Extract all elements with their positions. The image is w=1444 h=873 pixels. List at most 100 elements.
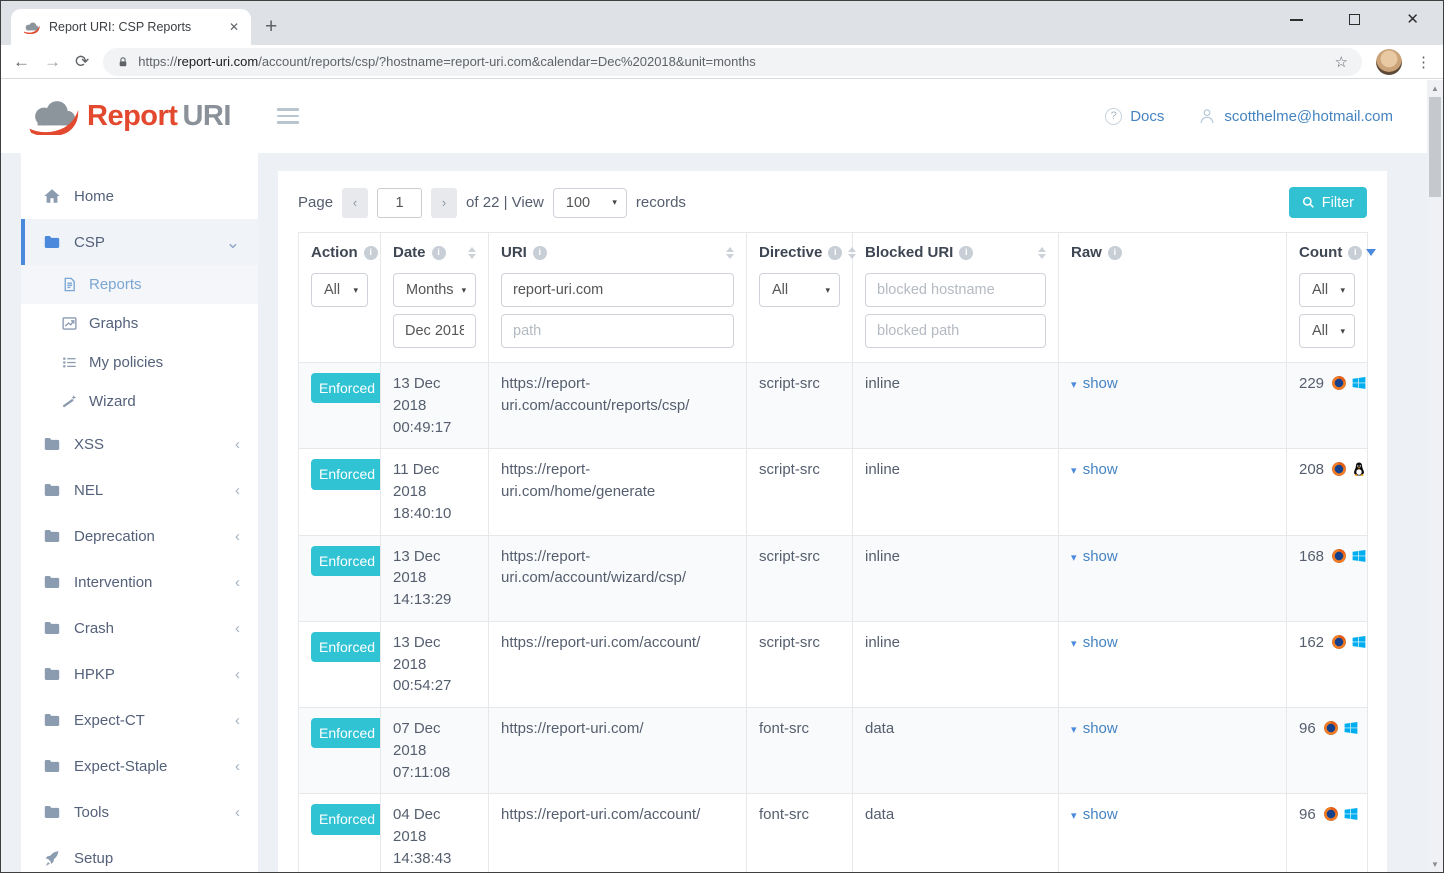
count-value: 96 — [1299, 720, 1316, 737]
directive-filter-select[interactable]: All▾ — [759, 273, 840, 307]
info-icon[interactable] — [828, 246, 842, 260]
records-per-page-select[interactable]: 100▾ — [553, 188, 627, 218]
col-uri[interactable]: URI — [489, 233, 747, 363]
directive-cell: script-src — [747, 363, 853, 449]
sort-icons[interactable] — [720, 247, 734, 259]
next-page-button[interactable]: › — [431, 188, 457, 218]
count-min-select[interactable]: All▾ — [1299, 273, 1355, 307]
account-menu[interactable]: scotthelme@hotmail.com — [1198, 107, 1393, 125]
sidebar-item-hpkp[interactable]: HPKP‹ — [21, 651, 258, 697]
sidebar-item-setup[interactable]: Setup — [21, 835, 258, 873]
info-icon[interactable] — [364, 246, 378, 260]
sidebar-item-crash[interactable]: Crash‹ — [21, 605, 258, 651]
window-controls: ✕ — [1290, 14, 1419, 25]
info-icon[interactable] — [432, 246, 446, 260]
action-cell: Enforced — [299, 708, 381, 794]
page-label: Page — [298, 194, 333, 211]
action-cell: Enforced — [299, 621, 381, 707]
sidebar-item-label: My policies — [89, 354, 163, 371]
address-bar[interactable]: https://report-uri.com/account/reports/c… — [103, 48, 1362, 76]
browser-tab[interactable]: Report URI: CSP Reports ✕ — [11, 9, 251, 45]
scrollbar-thumb[interactable] — [1429, 97, 1441, 197]
info-icon[interactable] — [1108, 246, 1122, 260]
sort-icons[interactable] — [1032, 247, 1046, 259]
main-panel: Page ‹ › of 22 | View 100▾ records Filte… — [278, 171, 1387, 873]
forward-icon[interactable]: → — [44, 53, 61, 70]
col-directive[interactable]: Directive All▾ — [747, 233, 853, 363]
blocked-uri-cell: inline — [853, 621, 1059, 707]
info-icon[interactable] — [1348, 246, 1362, 260]
maximize-icon[interactable] — [1349, 14, 1360, 25]
page-scrollbar[interactable]: ▲ ▼ — [1427, 80, 1443, 872]
page-number-input[interactable] — [377, 188, 422, 218]
back-icon[interactable]: ← — [13, 53, 30, 70]
browser-menu-icon[interactable]: ⋮ — [1416, 53, 1431, 71]
search-icon — [1302, 196, 1315, 209]
sidebar-item-csp[interactable]: CSP⌄ — [21, 219, 258, 265]
sidebar-item-nel[interactable]: NEL‹ — [21, 467, 258, 513]
sidebar-item-label: NEL — [74, 482, 103, 499]
col-count[interactable]: Count All▾ All▾ — [1287, 233, 1368, 363]
bookmark-star-icon[interactable]: ☆ — [1335, 53, 1348, 71]
sidebar-item-intervention[interactable]: Intervention‹ — [21, 559, 258, 605]
folder-icon — [43, 803, 61, 821]
raw-show-toggle[interactable]: ▾ show — [1071, 461, 1118, 478]
sidebar-item-xss[interactable]: XSS‹ — [21, 421, 258, 467]
docs-link[interactable]: Docs — [1105, 108, 1164, 125]
sidebar-item-expect-ct[interactable]: Expect-CT‹ — [21, 697, 258, 743]
scroll-up-icon[interactable]: ▲ — [1427, 80, 1443, 96]
date-filter-input[interactable] — [393, 314, 476, 348]
raw-show-toggle[interactable]: ▾ show — [1071, 634, 1118, 651]
action-filter-select[interactable]: All▾ — [311, 273, 368, 307]
raw-show-toggle[interactable]: ▾ show — [1071, 720, 1118, 737]
sidebar-item-deprecation[interactable]: Deprecation‹ — [21, 513, 258, 559]
report-uri-logo[interactable]: ReportURI — [27, 98, 231, 135]
sidebar-item-expect-staple[interactable]: Expect-Staple‹ — [21, 743, 258, 789]
count-value: 162 — [1299, 634, 1324, 651]
prev-page-button[interactable]: ‹ — [342, 188, 368, 218]
uri-hostname-input[interactable] — [501, 273, 734, 307]
action-cell: Enforced — [299, 363, 381, 449]
count-value: 208 — [1299, 461, 1324, 478]
info-icon[interactable] — [533, 246, 547, 260]
sidebar-item-home[interactable]: Home — [21, 173, 258, 219]
sidebar-item-graphs[interactable]: Graphs — [21, 304, 258, 343]
col-blocked-uri[interactable]: Blocked URI — [853, 233, 1059, 363]
sort-icons[interactable] — [842, 247, 856, 259]
sidebar-item-reports[interactable]: Reports — [21, 265, 258, 304]
date-cell: 13 Dec 201800:49:17 — [381, 363, 489, 449]
tab-close-icon[interactable]: ✕ — [229, 20, 239, 34]
count-cell: 96 — [1287, 708, 1368, 794]
report-table-body: Enforced13 Dec 201800:49:17https://repor… — [299, 363, 1368, 873]
hamburger-menu-icon[interactable] — [277, 108, 299, 124]
uri-path-input[interactable] — [501, 314, 734, 348]
new-tab-button[interactable]: + — [265, 17, 277, 37]
folder-icon — [43, 711, 61, 729]
sidebar-item-my-policies[interactable]: My policies — [21, 343, 258, 382]
minimize-icon[interactable] — [1290, 19, 1303, 21]
window-close-icon[interactable]: ✕ — [1406, 14, 1419, 25]
sidebar-nav: HomeCSP⌄ReportsGraphs My policies WizardXS… — [21, 153, 258, 873]
profile-avatar[interactable] — [1376, 49, 1402, 75]
blocked-path-input[interactable] — [865, 314, 1046, 348]
filter-button[interactable]: Filter — [1289, 187, 1367, 218]
raw-show-toggle[interactable]: ▾ show — [1071, 806, 1118, 823]
sidebar-item-tools[interactable]: Tools‹ — [21, 789, 258, 835]
raw-show-toggle[interactable]: ▾ show — [1071, 375, 1118, 392]
linux-icon — [1351, 461, 1367, 477]
sidebar-item-wizard[interactable]: Wizard — [21, 382, 258, 421]
blocked-hostname-input[interactable] — [865, 273, 1046, 307]
sort-desc-icon[interactable] — [1366, 249, 1376, 256]
raw-show-toggle[interactable]: ▾ show — [1071, 548, 1118, 565]
count-max-select[interactable]: All▾ — [1299, 314, 1355, 348]
sidebar-item-label: HPKP — [74, 666, 115, 683]
directive-cell: font-src — [747, 708, 853, 794]
scroll-down-icon[interactable]: ▼ — [1427, 856, 1443, 872]
sort-icons[interactable] — [462, 247, 476, 259]
date-unit-select[interactable]: Months▾ — [393, 273, 476, 307]
reload-icon[interactable]: ⟳ — [75, 53, 89, 70]
info-icon[interactable] — [959, 246, 973, 260]
col-raw: Raw — [1059, 233, 1287, 363]
col-date[interactable]: Date Months▾ — [381, 233, 489, 363]
home-icon — [43, 187, 61, 205]
